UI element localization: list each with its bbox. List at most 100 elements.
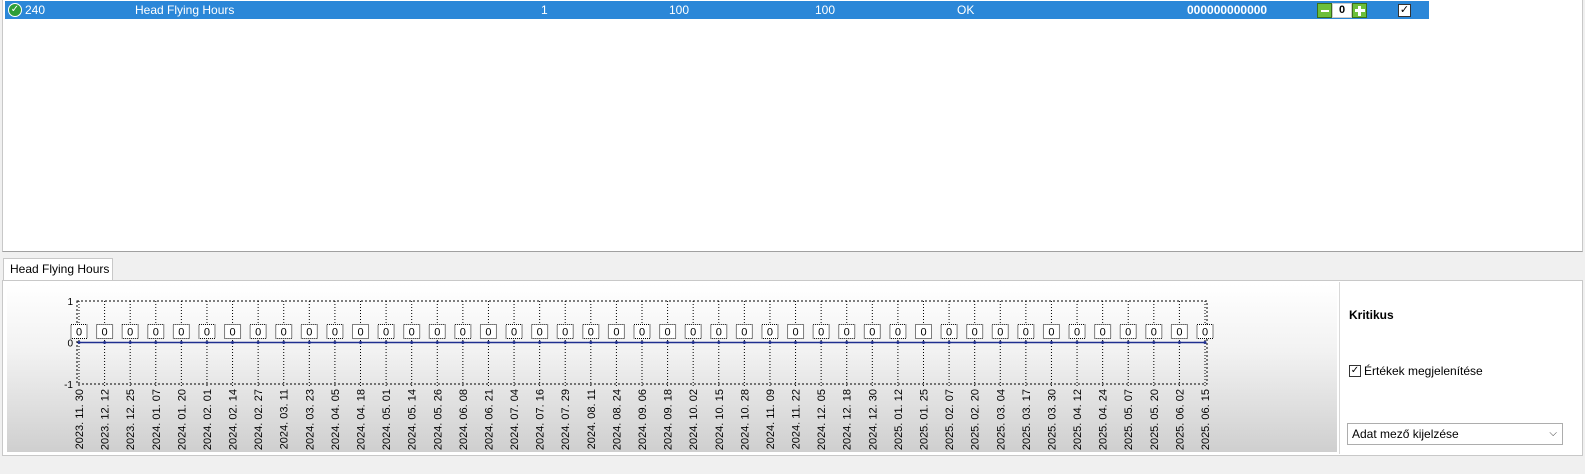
x-tick-label: 2025. 04. 24 bbox=[1098, 389, 1110, 450]
data-label: 0 bbox=[1202, 327, 1208, 339]
data-point bbox=[179, 341, 183, 344]
x-tick-label: 2023. 11. 30 bbox=[74, 389, 86, 449]
x-tick-label: 2025. 05. 20 bbox=[1149, 389, 1161, 450]
data-point bbox=[1177, 341, 1181, 344]
data-point bbox=[103, 341, 107, 344]
field-select-value: Adat mező kijelzése bbox=[1352, 427, 1459, 441]
counter-stepper: 0 bbox=[1317, 3, 1367, 18]
data-point bbox=[973, 341, 977, 344]
data-label: 0 bbox=[306, 327, 312, 339]
x-tick-label: 2024. 12. 30 bbox=[867, 389, 879, 450]
x-tick-label: 2025. 01. 25 bbox=[919, 389, 931, 450]
data-point bbox=[1203, 341, 1207, 344]
data-label: 0 bbox=[460, 327, 466, 339]
data-label: 0 bbox=[102, 327, 108, 339]
data-point bbox=[307, 341, 311, 344]
data-label: 0 bbox=[1074, 327, 1080, 339]
data-point bbox=[589, 341, 593, 344]
data-point bbox=[512, 341, 516, 344]
show-values-option[interactable]: ✓ Értékek megjelenítése bbox=[1349, 364, 1483, 378]
data-label: 0 bbox=[485, 327, 491, 339]
minus-button[interactable] bbox=[1317, 3, 1332, 18]
data-label: 0 bbox=[1151, 327, 1157, 339]
data-label: 0 bbox=[76, 327, 82, 339]
x-tick-label: 2023. 12. 25 bbox=[125, 389, 137, 450]
counter-value[interactable]: 0 bbox=[1332, 3, 1352, 18]
x-tick-label: 2024. 09. 18 bbox=[663, 389, 675, 450]
x-tick-label: 2024. 03. 23 bbox=[304, 389, 316, 450]
data-label: 0 bbox=[869, 327, 875, 339]
data-point bbox=[359, 341, 362, 344]
data-label: 0 bbox=[1100, 327, 1106, 339]
x-tick-label: 2024. 01. 20 bbox=[176, 389, 188, 450]
x-tick-label: 2024. 07. 04 bbox=[509, 389, 521, 450]
data-label: 0 bbox=[690, 327, 696, 339]
x-tick-label: 2025. 02. 20 bbox=[970, 389, 982, 450]
data-label: 0 bbox=[332, 327, 338, 339]
data-label: 0 bbox=[204, 327, 210, 339]
data-point bbox=[1075, 341, 1079, 344]
x-tick-label: 2024. 02. 27 bbox=[253, 389, 265, 450]
data-label: 0 bbox=[613, 327, 619, 339]
x-tick-label: 2024. 02. 01 bbox=[202, 389, 214, 450]
x-tick-label: 2025. 01. 12 bbox=[893, 389, 905, 450]
x-tick-label: 2024. 12. 05 bbox=[816, 389, 828, 450]
x-tick-label: 2025. 03. 17 bbox=[1021, 389, 1033, 450]
data-label: 0 bbox=[409, 327, 415, 339]
field-select[interactable]: Adat mező kijelzése ⌵ bbox=[1347, 423, 1563, 445]
data-point bbox=[461, 341, 465, 344]
data-point bbox=[614, 341, 618, 344]
x-tick-label: 2024. 04. 18 bbox=[356, 389, 368, 450]
tab-head-flying-hours[interactable]: Head Flying Hours bbox=[3, 258, 113, 280]
data-point bbox=[998, 341, 1002, 344]
row-col5: 100 bbox=[815, 3, 836, 17]
x-tick-label: 2025. 06. 15 bbox=[1200, 389, 1212, 450]
row-name: Head Flying Hours bbox=[135, 3, 235, 17]
x-tick-label: 2024. 10. 28 bbox=[739, 389, 751, 450]
data-point bbox=[640, 341, 644, 344]
data-label: 0 bbox=[281, 327, 287, 339]
data-label: 0 bbox=[767, 327, 773, 339]
data-label: 0 bbox=[818, 327, 824, 339]
x-tick-label: 2024. 02. 14 bbox=[228, 389, 240, 450]
x-tick-label: 2025. 03. 04 bbox=[995, 389, 1007, 450]
data-point bbox=[486, 341, 490, 344]
x-tick-label: 2025. 06. 02 bbox=[1174, 389, 1186, 450]
data-label: 0 bbox=[946, 327, 952, 339]
data-label: 0 bbox=[972, 327, 978, 339]
show-values-checkbox[interactable]: ✓ bbox=[1349, 365, 1361, 377]
y-tick-label: 1 bbox=[67, 297, 73, 308]
row-status: OK bbox=[957, 3, 975, 17]
data-label: 0 bbox=[1125, 327, 1131, 339]
data-point bbox=[563, 341, 567, 344]
row-checkbox[interactable]: ✓ bbox=[1398, 4, 1411, 17]
data-grid: ✓ 240 Head Flying Hours 1 100 100 OK 000… bbox=[2, 0, 1583, 252]
x-tick-label: 2024. 03. 11 bbox=[279, 389, 291, 449]
data-point bbox=[384, 341, 388, 344]
data-label: 0 bbox=[178, 327, 184, 339]
x-tick-label: 2024. 04. 05 bbox=[330, 389, 342, 450]
x-tick-label: 2024. 01. 07 bbox=[151, 389, 163, 450]
data-point bbox=[538, 341, 542, 344]
data-point bbox=[768, 341, 772, 344]
table-row[interactable]: ✓ 240 Head Flying Hours 1 100 100 OK 000… bbox=[5, 1, 1429, 19]
data-point bbox=[691, 341, 695, 344]
data-point bbox=[947, 341, 951, 344]
y-tick-label: 0 bbox=[67, 339, 73, 350]
data-point bbox=[1049, 341, 1053, 344]
plus-button[interactable] bbox=[1352, 3, 1367, 18]
x-tick-label: 2024. 08. 11 bbox=[586, 389, 598, 449]
x-tick-label: 2024. 05. 01 bbox=[381, 389, 393, 450]
data-label: 0 bbox=[127, 327, 133, 339]
data-label: 0 bbox=[665, 327, 671, 339]
data-point bbox=[666, 341, 670, 344]
line-chart: 1 0 -12023. 11. 30 2023. 12. 12 2023. 12. 25… bbox=[64, 297, 1214, 450]
x-tick-label: 2024. 05. 26 bbox=[432, 389, 444, 450]
x-tick-label: 2024. 05. 14 bbox=[407, 389, 419, 450]
chart-area: 1 0 -1 2023. 11. 30 2023. 12. 12 2023. 12. 25… bbox=[7, 284, 1337, 452]
data-label: 0 bbox=[511, 327, 517, 339]
x-tick-label: 2025. 03. 30 bbox=[1046, 389, 1058, 450]
y-tick-label: -1 bbox=[64, 380, 73, 391]
row-id: 240 bbox=[25, 3, 46, 17]
data-label: 0 bbox=[153, 327, 159, 339]
